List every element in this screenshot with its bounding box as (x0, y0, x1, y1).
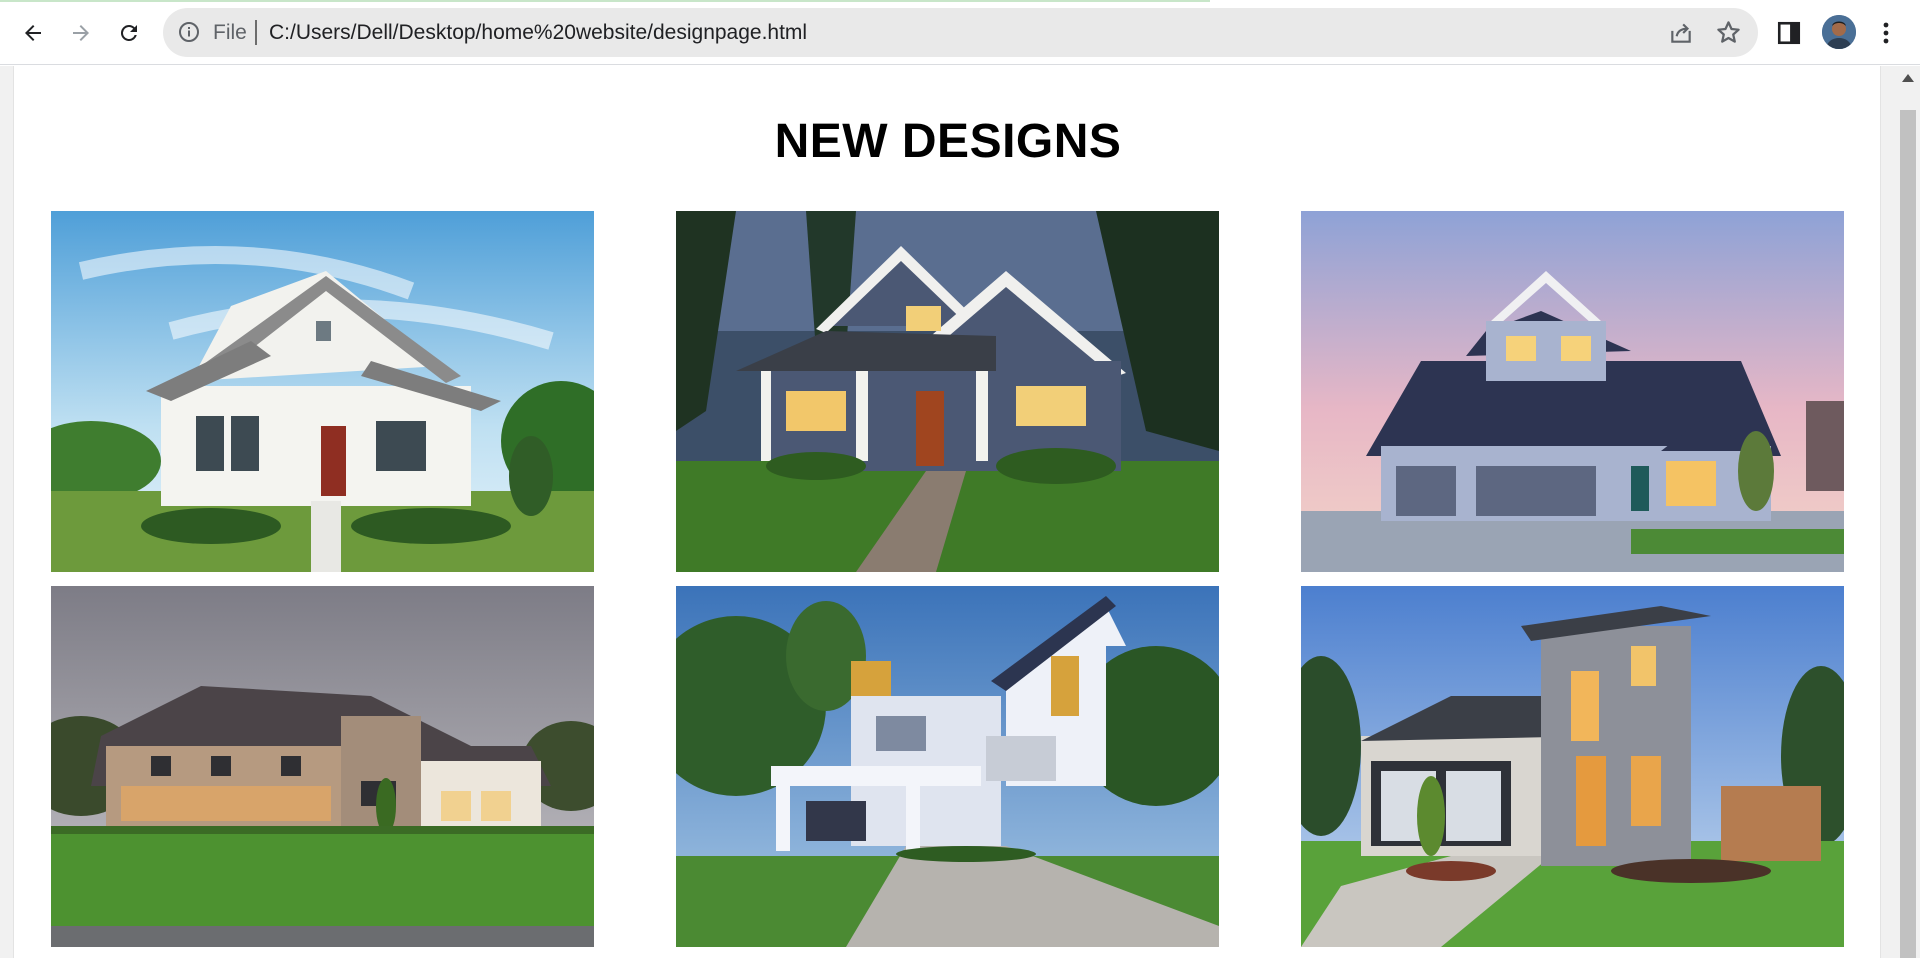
design-image-4[interactable] (51, 586, 594, 947)
modern-villa-picture (676, 586, 1219, 947)
address-scheme-label: File (213, 21, 247, 44)
scroll-up-arrow-icon[interactable] (1902, 74, 1914, 82)
blue-craftsman-picture (676, 211, 1219, 572)
design-image-3[interactable] (1301, 211, 1844, 572)
page-viewport: NEW DESIGNS (0, 66, 1920, 958)
design-image-5[interactable] (676, 586, 1219, 947)
white-farmhouse-picture (51, 211, 594, 572)
address-bar[interactable]: File C:/Users/Dell/Desktop/home%20websit… (163, 8, 1758, 57)
browser-toolbar: File C:/Users/Dell/Desktop/home%20websit… (0, 0, 1920, 65)
scrollbar-thumb[interactable] (1900, 110, 1916, 958)
navy-dusk-home-picture (1301, 211, 1844, 572)
stone-estate-picture (51, 586, 594, 947)
forward-button[interactable] (61, 13, 101, 53)
arrow-right-icon (73, 25, 89, 41)
back-button[interactable] (13, 13, 53, 53)
design-image-6[interactable] (1301, 586, 1844, 947)
info-icon[interactable] (177, 20, 201, 44)
star-icon[interactable] (1715, 19, 1742, 46)
profile-avatar-image (1822, 15, 1856, 49)
design-image-1[interactable] (51, 211, 594, 572)
address-url[interactable]: C:/Users/Dell/Desktop/home%20website/des… (269, 21, 807, 45)
design-image-2[interactable] (676, 211, 1219, 572)
address-divider (255, 20, 257, 45)
kebab-menu-icon[interactable] (1875, 18, 1897, 48)
side-panel-icon[interactable] (1776, 20, 1802, 46)
design-page: NEW DESIGNS (13, 66, 1881, 958)
reload-icon (120, 24, 137, 41)
page-title: NEW DESIGNS (774, 115, 1122, 168)
page-load-indicator (0, 0, 1210, 2)
profile-avatar[interactable] (1822, 15, 1856, 49)
contemporary-grey-home-picture (1301, 586, 1844, 947)
share-icon[interactable] (1668, 20, 1694, 46)
page-scrollbar[interactable] (1896, 66, 1920, 958)
arrow-left-icon (25, 25, 41, 41)
reload-button[interactable] (109, 13, 149, 53)
